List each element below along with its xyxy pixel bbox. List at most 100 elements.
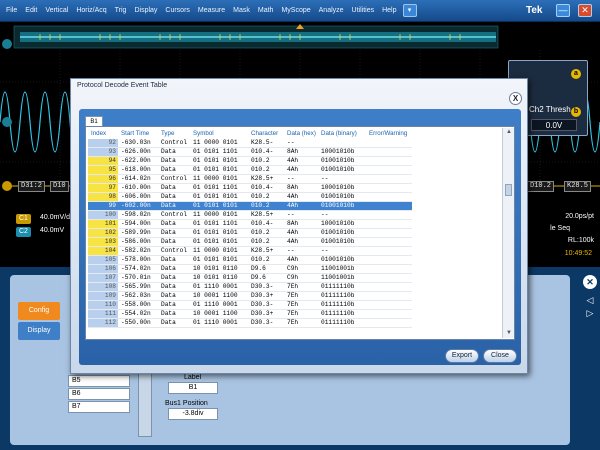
table-row[interactable]: 105 -578.00n Data 01 0101 0101 010.2 4Ah 01001… <box>88 255 412 265</box>
label-caption: Label <box>184 374 202 381</box>
menu-item-measure[interactable]: Measure <box>194 0 229 22</box>
table-row[interactable]: 107 -570.01n Data 10 0101 0110 D9.6 C9h 110010… <box>88 273 412 283</box>
menu-item-file[interactable]: File <box>2 0 21 22</box>
tab-display[interactable]: Display <box>18 322 60 340</box>
cell-start-time: -606.00n <box>118 192 158 202</box>
bus-list-item[interactable]: B7 <box>68 401 130 413</box>
cell-character: D30.3- <box>248 300 284 310</box>
event-table-container: Index Start Time Type Symbol Character Data (… <box>85 126 515 340</box>
cell-error <box>366 309 412 319</box>
cell-index: 94 <box>88 156 118 166</box>
table-row[interactable]: 102 -589.99n Data 01 0101 0101 010.2 4Ah 01001… <box>88 228 412 238</box>
acq-mode: le Seq <box>550 225 570 232</box>
bus-list-item[interactable]: B6 <box>68 388 130 400</box>
tab-config[interactable]: Config <box>18 302 60 320</box>
menu-item-myscope[interactable]: MyScope <box>277 0 314 22</box>
threshold-value[interactable]: 0.0V <box>531 119 577 131</box>
cell-type: Data <box>158 237 190 247</box>
position-field[interactable]: -3.8div <box>168 408 218 420</box>
table-body: 92 -630.03n Control 11 0000 0101 K28.5- -- 93-… <box>88 139 412 328</box>
menu-item-analyze[interactable]: Analyze <box>315 0 348 22</box>
label-field[interactable]: B1 <box>168 382 218 394</box>
cell-error <box>366 291 412 301</box>
cell-index: 107 <box>88 273 118 283</box>
ch1-badge[interactable]: C1 <box>16 214 31 224</box>
column-header[interactable]: Character <box>248 128 284 139</box>
menu-item-display[interactable]: Display <box>130 0 161 22</box>
table-row[interactable]: 110 -558.00n Data 01 1110 0001 D30.3- 7Eh 0111… <box>88 300 412 310</box>
table-row[interactable]: 100 -598.02n Control 11 0000 0101 K28.5+ -- -- <box>88 210 412 220</box>
cell-character: D9.6 <box>248 264 284 274</box>
close-window-button[interactable]: ✕ <box>578 4 592 17</box>
cell-start-time: -554.02n <box>118 309 158 319</box>
menu-item-horiz-acq[interactable]: Horiz/Acq <box>72 0 110 22</box>
column-header[interactable]: Start Time <box>118 128 158 139</box>
cell-start-time: -578.00n <box>118 255 158 265</box>
scroll-up-icon[interactable]: ▲ <box>505 129 513 135</box>
cell-data-hex: C9h <box>284 273 318 283</box>
minimize-button[interactable]: — <box>556 4 570 17</box>
cell-symbol: 01 0101 1101 <box>190 147 248 157</box>
close-button[interactable]: Close <box>483 349 517 363</box>
cell-data-hex: 8Ah <box>284 147 318 157</box>
cell-symbol: 01 0101 1101 <box>190 183 248 193</box>
record-length: RL:100k <box>567 237 594 244</box>
column-header[interactable]: Data (binary) <box>318 128 366 139</box>
ch2-scale: 40.0mV <box>40 227 65 234</box>
column-header[interactable]: Data (hex) <box>284 128 318 139</box>
column-header[interactable]: Index <box>88 128 118 139</box>
table-row[interactable]: 95 -618.00n Data 01 0101 0101 010.2 4Ah 010010… <box>88 165 412 175</box>
cell-type: Data <box>158 255 190 265</box>
cell-data-binary: -- <box>318 210 366 220</box>
menu-item-utilities[interactable]: Utilities <box>348 0 379 22</box>
table-row[interactable]: 93 -626.00n Data 01 0101 1101 010.4- 8Ah 10001… <box>88 147 412 157</box>
cell-type: Control <box>158 174 190 184</box>
table-row[interactable]: 92 -630.03n Control 11 0000 0101 K28.5- -- <box>88 139 412 148</box>
table-row[interactable]: 108 -565.99n Data 01 1110 0001 D30.3- 7Eh 0111… <box>88 282 412 292</box>
menu-item-help[interactable]: Help <box>378 0 400 22</box>
column-header[interactable]: Error/Warning <box>366 128 412 139</box>
cell-index: 98 <box>88 192 118 202</box>
table-row[interactable]: 96 -614.02n Control 11 0000 0101 K28.5+ -- -- <box>88 174 412 184</box>
menu-item-edit[interactable]: Edit <box>21 0 41 22</box>
next-arrow-icon[interactable]: ▷ <box>585 308 595 318</box>
ch2-badge[interactable]: C2 <box>16 227 31 237</box>
menu-item-mask[interactable]: Mask <box>229 0 254 22</box>
scroll-thumb[interactable] <box>505 184 512 196</box>
dialog-close-icon[interactable]: X <box>509 92 522 105</box>
cell-symbol: 01 0101 0101 <box>190 165 248 175</box>
cell-symbol: 01 1110 0001 <box>190 282 248 292</box>
prev-arrow-icon[interactable]: ◁ <box>585 295 595 305</box>
export-button[interactable]: Export <box>445 349 479 363</box>
cell-index: 100 <box>88 210 118 220</box>
menu-bar: File Edit Vertical Horiz/Acq Trig Display Curs… <box>0 0 600 22</box>
table-row[interactable]: 94 -622.00n Data 01 0101 0101 010.2 4Ah 010010… <box>88 156 412 166</box>
menu-item-trig[interactable]: Trig <box>111 0 131 22</box>
table-row[interactable]: 109 -562.03n Data 10 0001 1100 D30.3+ 7Eh 0111… <box>88 291 412 301</box>
bus-list-scrollbar[interactable] <box>138 367 152 437</box>
menu-dropdown-icon[interactable]: ▾ <box>402 4 417 17</box>
cell-type: Data <box>158 300 190 310</box>
table-row[interactable]: 111 -554.02n Data 10 0001 1100 D30.3+ 7Eh 0111… <box>88 309 412 319</box>
table-row[interactable]: 112 -550.00n Data 01 1110 0001 D30.3- 7Eh 0111… <box>88 318 412 328</box>
column-header[interactable]: Symbol <box>190 128 248 139</box>
cell-data-binary: 01001010b <box>318 255 366 265</box>
cell-index: 111 <box>88 309 118 319</box>
menu-item-math[interactable]: Math <box>254 0 278 22</box>
cell-index: 101 <box>88 219 118 229</box>
bus-list-item[interactable]: B5 <box>68 375 130 387</box>
panel-close-icon[interactable]: ✕ <box>583 275 597 289</box>
table-row[interactable]: 104 -582.02n Control 11 0000 0101 K28.5+ -- -- <box>88 246 412 256</box>
column-header[interactable]: Type <box>158 128 190 139</box>
table-row[interactable]: 101 -594.00n Data 01 0101 1101 010.4- 8Ah 1000… <box>88 219 412 229</box>
table-row[interactable]: 97 -610.00n Data 01 0101 1101 010.4- 8Ah 10001… <box>88 183 412 193</box>
menu-item-vertical[interactable]: Vertical <box>41 0 72 22</box>
table-row[interactable]: 106 -574.02n Data 10 0101 0110 D9.6 C9h 110010… <box>88 264 412 274</box>
table-scrollbar[interactable]: ▲ ▼ <box>502 128 514 338</box>
scroll-down-icon[interactable]: ▼ <box>505 330 513 336</box>
table-row[interactable]: 99 -602.00n Data 01 0101 0101 010.2 4Ah 010010… <box>88 201 412 211</box>
menu-item-cursors[interactable]: Cursors <box>161 0 194 22</box>
table-row[interactable]: 103 -586.00n Data 01 0101 0101 010.2 4Ah 01001… <box>88 237 412 247</box>
table-row[interactable]: 98 -606.00n Data 01 0101 0101 010.2 4Ah 010010… <box>88 192 412 202</box>
cell-start-time: -550.00n <box>118 318 158 328</box>
